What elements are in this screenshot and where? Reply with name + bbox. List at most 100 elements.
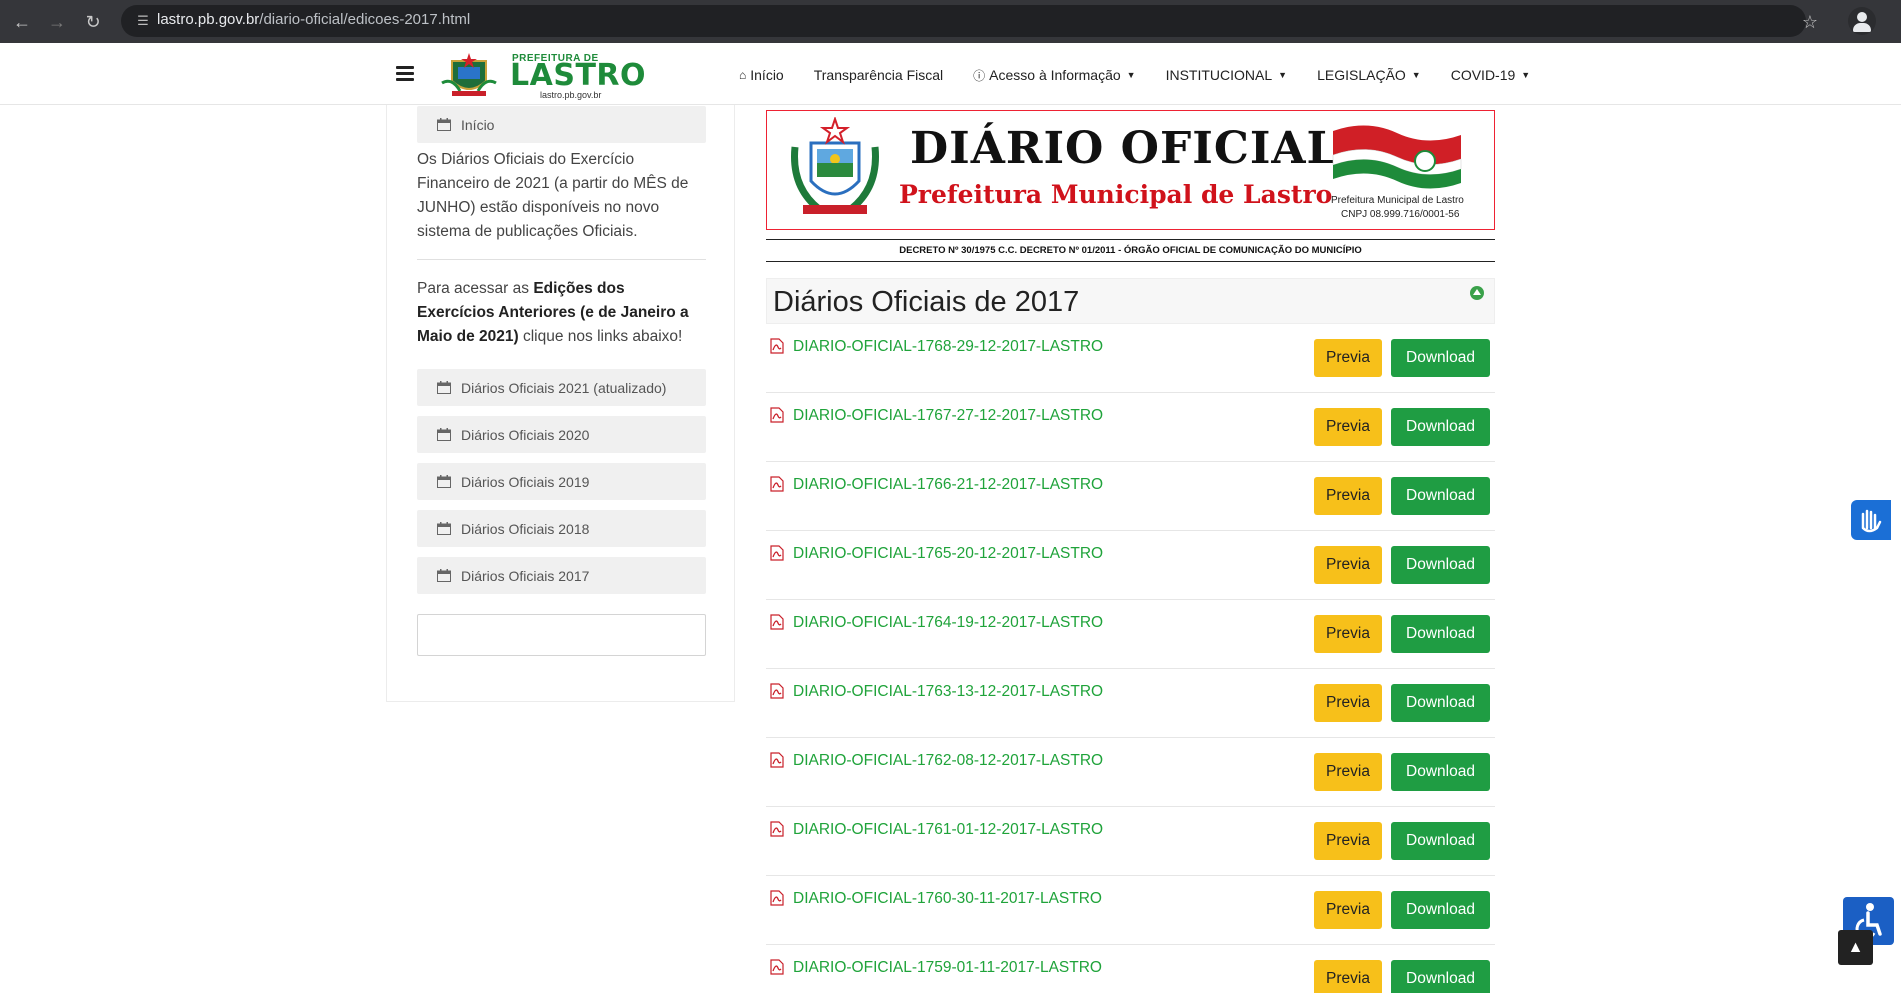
- pdf-file-icon: [770, 407, 784, 423]
- document-link[interactable]: DIARIO-OFICIAL-1767-27-12-2017-LASTRO: [793, 407, 1103, 425]
- download-button[interactable]: Download: [1391, 753, 1490, 791]
- nav-acesso-informacao[interactable]: ⓘ Acesso à Informação ▼: [973, 67, 1135, 84]
- previa-button[interactable]: Previa: [1314, 822, 1382, 860]
- scroll-up-icon[interactable]: [1470, 286, 1484, 300]
- bookmark-star-icon[interactable]: ☆: [1797, 9, 1823, 35]
- document-list: DIARIO-OFICIAL-1768-29-12-2017-LASTRO Pre…: [766, 324, 1495, 993]
- download-button[interactable]: Download: [1391, 891, 1490, 929]
- download-button[interactable]: Download: [1391, 477, 1490, 515]
- main-nav: ⌂ Início Transparência Fiscal ⓘ Acesso à I…: [739, 65, 1560, 85]
- vlibras-sign-language-button[interactable]: [1851, 500, 1891, 540]
- document-row: DIARIO-OFICIAL-1768-29-12-2017-LASTRO Pre…: [766, 324, 1495, 393]
- nav-transparencia-fiscal[interactable]: Transparência Fiscal: [814, 67, 943, 83]
- calendar-icon: [437, 118, 451, 131]
- chevron-down-icon: ▼: [1411, 70, 1421, 80]
- calendar-icon: [437, 428, 451, 441]
- site-info-icon[interactable]: ☰: [131, 9, 155, 33]
- logo-lastro-text: LASTRO: [510, 58, 647, 93]
- diario-oficial-banner: DIÁRIO OFICIAL Prefeitura Municipal de L…: [766, 110, 1495, 230]
- previa-button[interactable]: Previa: [1314, 546, 1382, 584]
- forward-icon[interactable]: →: [44, 9, 70, 35]
- decree-line: DECRETO Nº 30/1975 C.C. DECRETO Nº 01/20…: [766, 239, 1495, 262]
- sidebar-inicio-button[interactable]: Início: [417, 106, 706, 143]
- document-link[interactable]: DIARIO-OFICIAL-1766-21-12-2017-LASTRO: [793, 476, 1103, 494]
- pdf-file-icon: [770, 959, 784, 975]
- document-row: DIARIO-OFICIAL-1762-08-12-2017-LASTRO Pre…: [766, 738, 1495, 807]
- previa-button[interactable]: Previa: [1314, 477, 1382, 515]
- previa-button[interactable]: Previa: [1314, 408, 1382, 446]
- nav-inicio[interactable]: ⌂ Início: [739, 67, 784, 83]
- previa-button[interactable]: Previa: [1314, 891, 1382, 929]
- url-text[interactable]: lastro.pb.gov.br/diario-oficial/edicoes-…: [157, 11, 470, 28]
- chevron-down-icon: ▼: [1126, 70, 1136, 80]
- nav-institucional[interactable]: INSTITUCIONAL ▼: [1166, 67, 1288, 83]
- download-button[interactable]: Download: [1391, 822, 1490, 860]
- chevron-down-icon: ▼: [1278, 70, 1288, 80]
- document-row: DIARIO-OFICIAL-1761-01-12-2017-LASTRO Pre…: [766, 807, 1495, 876]
- scroll-to-top-button[interactable]: ▲: [1838, 930, 1873, 965]
- document-row: DIARIO-OFICIAL-1767-27-12-2017-LASTRO Pre…: [766, 393, 1495, 462]
- sidebar-notice-text: Os Diários Oficiais do Exercício Finance…: [417, 151, 689, 240]
- document-link[interactable]: DIARIO-OFICIAL-1763-13-12-2017-LASTRO: [793, 683, 1103, 701]
- banner-subtitle: Prefeitura Municipal de Lastro: [899, 180, 1333, 209]
- sidebar-search-box[interactable]: [417, 614, 706, 656]
- download-button[interactable]: Download: [1391, 960, 1490, 993]
- sidebar-link-2020[interactable]: Diários Oficiais 2020: [417, 416, 706, 453]
- profile-icon[interactable]: [1848, 7, 1876, 35]
- home-icon: ⌂: [739, 68, 747, 82]
- chevron-down-icon: ▼: [1521, 70, 1531, 80]
- coat-of-arms-icon: [441, 53, 497, 96]
- document-link[interactable]: DIARIO-OFICIAL-1762-08-12-2017-LASTRO: [793, 752, 1103, 770]
- document-row: DIARIO-OFICIAL-1760-30-11-2017-LASTRO Pre…: [766, 876, 1495, 945]
- document-row: DIARIO-OFICIAL-1764-19-12-2017-LASTRO Pre…: [766, 600, 1495, 669]
- document-link[interactable]: DIARIO-OFICIAL-1768-29-12-2017-LASTRO: [793, 338, 1103, 356]
- nav-covid-19[interactable]: COVID-19 ▼: [1451, 67, 1531, 83]
- previa-button[interactable]: Previa: [1314, 960, 1382, 993]
- back-icon[interactable]: ←: [9, 9, 35, 35]
- section-heading: Diários Oficiais de 2017: [766, 278, 1495, 324]
- browser-toolbar: ← → ↻ ☰ lastro.pb.gov.br/diario-oficial/…: [0, 0, 1901, 43]
- sidebar-link-2017[interactable]: Diários Oficiais 2017: [417, 557, 706, 594]
- download-button[interactable]: Download: [1391, 684, 1490, 722]
- document-row: DIARIO-OFICIAL-1759-01-11-2017-LASTRO Pre…: [766, 945, 1495, 993]
- sidebar-link-2019[interactable]: Diários Oficiais 2019: [417, 463, 706, 500]
- pdf-file-icon: [770, 338, 784, 354]
- calendar-icon: [437, 381, 451, 394]
- pdf-file-icon: [770, 752, 784, 768]
- previa-button[interactable]: Previa: [1314, 339, 1382, 377]
- document-link[interactable]: DIARIO-OFICIAL-1761-01-12-2017-LASTRO: [793, 821, 1103, 839]
- nav-legislacao[interactable]: LEGISLAÇÃO ▼: [1317, 67, 1421, 83]
- previa-button[interactable]: Previa: [1314, 753, 1382, 791]
- site-logo[interactable]: PREFEITURA DE LASTRO lastro.pb.gov.br: [440, 51, 646, 100]
- menu-hamburger-icon[interactable]: [396, 66, 414, 82]
- pdf-file-icon: [770, 821, 784, 837]
- site-header: PREFEITURA DE LASTRO lastro.pb.gov.br ⌂ I…: [0, 43, 1901, 105]
- sidebar-link-2018[interactable]: Diários Oficiais 2018: [417, 510, 706, 547]
- previa-button[interactable]: Previa: [1314, 684, 1382, 722]
- document-row: DIARIO-OFICIAL-1765-20-12-2017-LASTRO Pre…: [766, 531, 1495, 600]
- download-button[interactable]: Download: [1391, 615, 1490, 653]
- sidebar-previous-editions-text: Para acessar as Edições dos Exercícios A…: [417, 280, 689, 345]
- banner-title: DIÁRIO OFICIAL: [910, 123, 1339, 174]
- banner-cnpj-text: CNPJ 08.999.716/0001-56: [1341, 209, 1460, 220]
- previa-button[interactable]: Previa: [1314, 615, 1382, 653]
- calendar-icon: [437, 475, 451, 488]
- document-row: DIARIO-OFICIAL-1766-21-12-2017-LASTRO Pre…: [766, 462, 1495, 531]
- download-button[interactable]: Download: [1391, 339, 1490, 377]
- document-link[interactable]: DIARIO-OFICIAL-1765-20-12-2017-LASTRO: [793, 545, 1103, 563]
- pdf-file-icon: [770, 476, 784, 492]
- download-button[interactable]: Download: [1391, 546, 1490, 584]
- document-link[interactable]: DIARIO-OFICIAL-1764-19-12-2017-LASTRO: [793, 614, 1103, 632]
- banner-org-text: Prefeitura Municipal de Lastro: [1331, 195, 1464, 206]
- document-row: DIARIO-OFICIAL-1763-13-12-2017-LASTRO Pre…: [766, 669, 1495, 738]
- sidebar-link-2021[interactable]: Diários Oficiais 2021 (atualizado): [417, 369, 706, 406]
- chevron-up-icon: ▲: [1847, 939, 1864, 956]
- calendar-icon: [437, 569, 451, 582]
- document-link[interactable]: DIARIO-OFICIAL-1760-30-11-2017-LASTRO: [793, 890, 1102, 908]
- download-button[interactable]: Download: [1391, 408, 1490, 446]
- sidebar: Início Os Diários Oficiais do Exercício …: [386, 105, 735, 702]
- reload-icon[interactable]: ↻: [80, 9, 106, 35]
- document-link[interactable]: DIARIO-OFICIAL-1759-01-11-2017-LASTRO: [793, 959, 1102, 977]
- info-circle-icon: ⓘ: [973, 68, 986, 83]
- hands-icon: [1861, 509, 1882, 533]
